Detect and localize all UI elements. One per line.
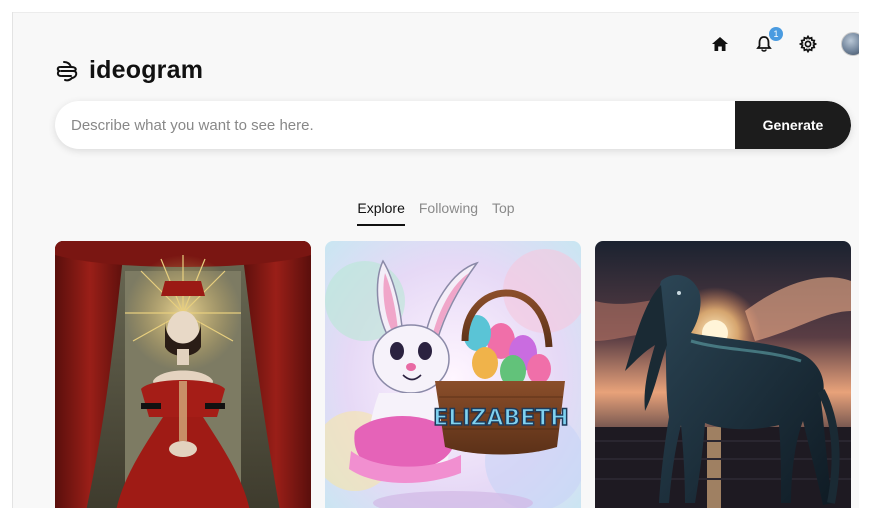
home-icon[interactable] <box>709 33 731 55</box>
basket-lettering: ELIZABETH <box>433 406 568 431</box>
easter-bunny-elizabeth-image[interactable]: ELIZABETH <box>325 241 581 508</box>
avatar[interactable] <box>841 32 859 56</box>
tab-following[interactable]: Following <box>419 200 478 226</box>
brand-logo[interactable]: ideogram <box>55 56 203 85</box>
prompt-input[interactable] <box>55 101 735 149</box>
bell-icon[interactable]: 1 <box>753 27 783 55</box>
tab-explore[interactable]: Explore <box>357 200 405 226</box>
gear-icon[interactable] <box>797 33 819 55</box>
app-window: ideogram 1 Generate Explore Following To… <box>12 12 859 508</box>
tab-top[interactable]: Top <box>492 200 515 226</box>
notification-badge: 1 <box>769 27 783 41</box>
header-icons: 1 <box>687 27 859 56</box>
woman-in-red-dress-image[interactable] <box>55 241 311 508</box>
prompt-bar: Generate <box>55 101 851 149</box>
ideogram-logo-icon <box>56 60 78 81</box>
top-divider <box>13 12 859 13</box>
generate-button[interactable]: Generate <box>735 101 851 149</box>
dark-horse-sunset-image[interactable] <box>595 241 851 508</box>
gallery-grid: ELIZABETH <box>55 241 851 508</box>
feed-tabs: Explore Following Top <box>13 200 859 226</box>
brand-name: ideogram <box>89 56 204 84</box>
